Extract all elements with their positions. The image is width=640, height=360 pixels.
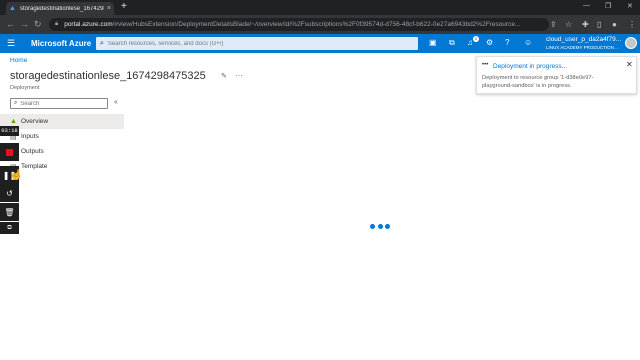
directory-filter-icon[interactable]: ⧉ (449, 38, 455, 48)
azure-top-bar: ☰ Microsoft Azure ⌕ ▣ ⧉ ♫ ⚙ ? ☺ (0, 34, 640, 53)
page-subtitle: Deployment (10, 85, 40, 91)
url-path: /#view/HubsExtension/DeploymentDetailsBl… (112, 21, 521, 28)
url-host: portal.azure.com (64, 21, 113, 28)
options-icon: ⧉ (7, 224, 12, 231)
user-directory: LINUX ACADEMY PRODUCTION ... (546, 45, 619, 50)
search-icon: ⌕ (100, 39, 104, 47)
browser-toolbar: ← → ↻ 🔒︎ portal.azure.com /#view/HubsExt… (0, 15, 640, 34)
notification-title[interactable]: Deployment in progress... (493, 63, 567, 70)
sidebar-item-label: Template (21, 163, 48, 170)
close-icon[interactable]: ✕ (626, 60, 633, 69)
global-search[interactable]: ⌕ (96, 37, 418, 50)
deployment-notification[interactable]: ••• Deployment in progress... ✕ Deployme… (476, 56, 637, 94)
notification-body: Deployment to resource group '1-d38e0e97… (482, 75, 594, 89)
close-icon[interactable]: ✕ (627, 2, 633, 10)
cloud-shell-icon[interactable]: ▣ (429, 38, 437, 48)
sidebar-search[interactable]: ⌕ (10, 98, 108, 109)
new-tab-button[interactable]: + (121, 2, 127, 12)
loading-dot (377, 224, 383, 229)
search-icon: ⌕ (14, 100, 18, 106)
browser-tab[interactable]: ▲ storagedestinationlese_1674298... × (6, 2, 114, 15)
reload-icon[interactable]: ↻ (34, 19, 42, 29)
tab-close-icon[interactable]: × (107, 5, 111, 12)
bookmark-icon[interactable]: ☆ (565, 20, 572, 29)
progress-dots-icon: ••• (482, 62, 489, 68)
browser-tab-bar: ▲ storagedestinationlese_1674298... × + … (0, 0, 640, 15)
recorder-options-button[interactable]: ⧉ (0, 222, 19, 234)
stop-recording-button[interactable] (0, 143, 19, 161)
global-search-input[interactable] (107, 40, 408, 47)
feedback-icon[interactable]: ☺ (524, 38, 532, 48)
settings-icon[interactable]: ⚙ (486, 38, 493, 48)
menu-icon[interactable]: ⋮ (628, 20, 636, 29)
brand-title[interactable]: Microsoft Azure (31, 39, 91, 48)
mouse-cursor-icon: ☝ (10, 170, 23, 181)
trash-icon: 🗑︎ (4, 207, 15, 217)
stop-icon (6, 148, 13, 156)
page-title: storagedestinationlese_1674298475325 (10, 70, 206, 82)
azure-favicon-icon: ▲ (9, 5, 16, 12)
share-icon[interactable]: ⇪ (550, 20, 557, 29)
sidebar-icon[interactable]: ▯ (597, 20, 601, 29)
profile-icon[interactable]: ● (612, 20, 617, 29)
forward-icon[interactable]: → (20, 19, 29, 29)
notification-badge: 1 (473, 36, 479, 42)
user-name[interactable]: cloud_user_p_da2a4f79... (546, 36, 621, 43)
loading-indicator (370, 224, 393, 229)
restore-icon[interactable]: ❐ (605, 2, 611, 10)
restart-recording-button[interactable]: ↺ (0, 184, 19, 202)
sidebar-item-label: Overview (21, 118, 49, 125)
portal-menu-icon[interactable]: ☰ (7, 38, 15, 48)
sidebar-search-input[interactable] (20, 100, 101, 107)
loading-dot (385, 224, 390, 229)
sidebar-item-label: Inputs (21, 133, 39, 140)
delete-recording-button[interactable]: 🗑︎ (0, 203, 19, 221)
avatar[interactable] (625, 37, 637, 49)
back-icon[interactable]: ← (6, 19, 15, 29)
help-icon[interactable]: ? (505, 38, 509, 48)
breadcrumb-home[interactable]: Home (10, 57, 27, 64)
collapse-sidebar-icon[interactable]: « (114, 99, 118, 106)
address-bar[interactable]: 🔒︎ portal.azure.com /#view/HubsExtension… (49, 18, 549, 31)
restart-icon: ↺ (6, 188, 13, 198)
sidebar-item-label: Outputs (21, 148, 44, 155)
pin-icon[interactable]: ✎ (221, 72, 227, 80)
loading-dot (370, 224, 375, 229)
overview-icon: ▲ (10, 118, 17, 125)
minimize-icon[interactable]: — (583, 2, 590, 9)
more-options-icon[interactable]: ··· (235, 71, 243, 80)
recording-timer: 03:18 (0, 126, 19, 136)
tab-title: storagedestinationlese_1674298... (20, 5, 104, 12)
extensions-icon[interactable]: ✚ (582, 20, 589, 29)
lock-icon: 🔒︎ (55, 21, 59, 27)
